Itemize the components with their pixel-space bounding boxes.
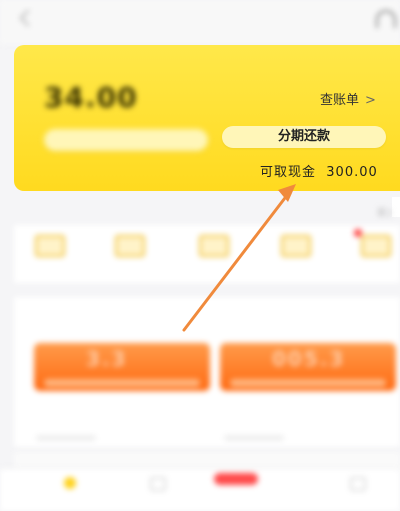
shortcut-item[interactable]	[266, 235, 326, 265]
shortcut-item[interactable]	[20, 235, 80, 265]
card-icon	[115, 235, 145, 257]
shortcut-row	[14, 225, 400, 283]
coupon-card[interactable]: 005.3	[220, 343, 396, 391]
coupon-value: 005.3	[272, 347, 346, 371]
chevron-right-icon: >	[365, 93, 376, 108]
side-strip-text: 区 J	[378, 208, 391, 217]
tab-promo[interactable]	[206, 473, 266, 489]
available-cash-amount: 300.00	[326, 165, 378, 180]
card-icon	[361, 235, 391, 257]
coupon-base	[44, 379, 200, 387]
available-cash[interactable]: 可取现金 300.00	[260, 161, 378, 180]
headset-icon[interactable]	[376, 10, 396, 28]
home-icon	[64, 477, 76, 489]
tab-home[interactable]	[40, 477, 100, 493]
coupon-card[interactable]: 3.3	[34, 343, 210, 391]
user-icon	[350, 477, 366, 491]
top-header	[0, 0, 400, 44]
promo-tag-icon	[214, 473, 258, 485]
view-bill-label: 查账单	[320, 93, 360, 108]
tab-wallet[interactable]	[128, 477, 188, 495]
coupon-value: 3.3	[86, 347, 128, 371]
promo-section: 3.3 005.3	[14, 297, 400, 447]
shortcut-item[interactable]	[346, 229, 400, 265]
notification-badge	[354, 229, 362, 237]
card-icon	[35, 235, 65, 257]
placeholder-text	[36, 435, 96, 441]
bottom-tab-bar	[0, 468, 400, 511]
placeholder-text	[224, 435, 284, 441]
shortcut-item[interactable]	[100, 235, 160, 265]
side-strip-bg	[392, 197, 400, 217]
card-icon	[199, 235, 229, 257]
installment-button[interactable]: 分期还款	[222, 126, 386, 148]
tab-profile[interactable]	[328, 477, 388, 495]
repay-amount: 34.00	[44, 81, 138, 114]
repay-now-button[interactable]	[44, 129, 208, 151]
coupon-base	[230, 379, 386, 387]
credit-card-panel: 34.00 查账单 > 分期还款 可取现金 300.00	[14, 45, 400, 191]
card-icon	[281, 235, 311, 257]
shortcut-item[interactable]	[184, 235, 244, 265]
wallet-icon	[150, 477, 166, 491]
view-bill-link[interactable]: 查账单 >	[320, 89, 376, 108]
available-cash-label: 可取现金	[260, 165, 317, 180]
chevron-left-icon[interactable]	[19, 9, 37, 27]
